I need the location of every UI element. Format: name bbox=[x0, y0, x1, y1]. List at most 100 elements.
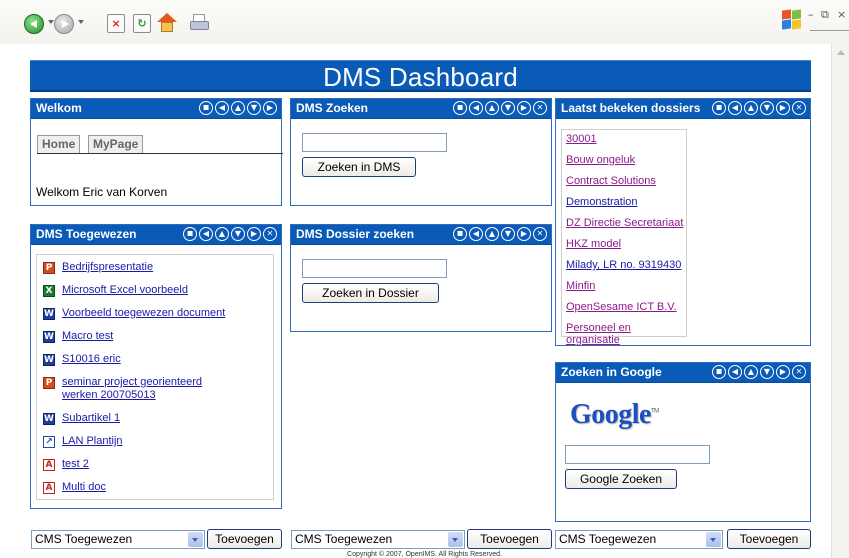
move-up-icon[interactable] bbox=[485, 101, 499, 115]
print-icon[interactable] bbox=[190, 14, 210, 33]
list-item[interactable]: Minfin bbox=[566, 280, 595, 292]
document-link[interactable]: test 2 bbox=[62, 458, 89, 470]
search-dms-button[interactable]: Zoeken in DMS bbox=[302, 157, 416, 177]
document-link[interactable]: S10016 eric bbox=[62, 353, 121, 365]
list-item[interactable]: P Bedrijfspresentatie bbox=[43, 261, 153, 274]
list-item[interactable]: Bouw ongeluk bbox=[566, 154, 635, 166]
move-down-icon[interactable] bbox=[760, 365, 774, 379]
list-item[interactable]: Demonstration bbox=[566, 196, 638, 208]
tab-mypage[interactable]: MyPage bbox=[88, 135, 144, 153]
list-item[interactable]: A test 2 bbox=[43, 458, 89, 471]
chevron-down-icon[interactable] bbox=[448, 532, 463, 547]
list-item[interactable]: 30001 bbox=[566, 133, 597, 145]
word-icon: W bbox=[43, 413, 55, 425]
document-link[interactable]: Bedrijfspresentatie bbox=[62, 261, 153, 273]
google-search-input[interactable] bbox=[565, 445, 710, 464]
portlet-controls bbox=[199, 101, 277, 115]
edit-icon[interactable] bbox=[453, 101, 467, 115]
move-left-icon[interactable] bbox=[469, 101, 483, 115]
copyright-text: Copyright © 2007, OpenIMS. All Rights Re… bbox=[347, 551, 502, 558]
search-dossier-button[interactable]: Zoeken in Dossier bbox=[302, 283, 439, 303]
google-search-button[interactable]: Google Zoeken bbox=[565, 469, 677, 489]
add-button[interactable]: Toevoegen bbox=[207, 529, 282, 549]
list-item[interactable]: A Multi doc bbox=[43, 481, 106, 494]
close-portlet-icon[interactable] bbox=[792, 101, 806, 115]
list-item[interactable]: P seminar project georienteerd werken 20… bbox=[43, 376, 233, 402]
forward-icon[interactable] bbox=[54, 14, 74, 34]
restore-icon[interactable]: ⧉ bbox=[821, 8, 829, 22]
move-up-icon[interactable] bbox=[744, 101, 758, 115]
chevron-down-icon[interactable] bbox=[706, 532, 721, 547]
edit-icon[interactable] bbox=[183, 227, 197, 241]
move-left-icon[interactable] bbox=[469, 227, 483, 241]
forward-dropdown-icon[interactable] bbox=[78, 20, 84, 24]
move-down-icon[interactable] bbox=[231, 227, 245, 241]
list-item[interactable]: HKZ model bbox=[566, 238, 621, 250]
move-left-icon[interactable] bbox=[199, 227, 213, 241]
move-right-icon[interactable] bbox=[517, 101, 531, 115]
list-item[interactable]: W S10016 eric bbox=[43, 353, 121, 366]
move-right-icon[interactable] bbox=[263, 101, 277, 115]
edit-icon[interactable] bbox=[712, 101, 726, 115]
list-item[interactable]: DZ Directie Secretariaat bbox=[566, 217, 683, 229]
list-item[interactable]: OpenSesame ICT B.V. bbox=[566, 301, 677, 313]
list-item[interactable]: Personeel en organisatie bbox=[566, 322, 686, 346]
move-down-icon[interactable] bbox=[760, 101, 774, 115]
close-portlet-icon[interactable] bbox=[533, 227, 547, 241]
move-right-icon[interactable] bbox=[776, 101, 790, 115]
portlet-type-select[interactable]: CMS Toegewezen bbox=[291, 530, 465, 549]
close-portlet-icon[interactable] bbox=[263, 227, 277, 241]
portlet-type-select[interactable]: CMS Toegewezen bbox=[555, 530, 723, 549]
document-link[interactable]: LAN Plantijn bbox=[62, 435, 123, 447]
move-down-icon[interactable] bbox=[501, 101, 515, 115]
tab-home[interactable]: Home bbox=[37, 135, 81, 153]
move-right-icon[interactable] bbox=[776, 365, 790, 379]
move-left-icon[interactable] bbox=[728, 101, 742, 115]
edit-icon[interactable] bbox=[453, 227, 467, 241]
close-icon[interactable]: × bbox=[837, 8, 846, 21]
chevron-down-icon[interactable] bbox=[188, 532, 203, 547]
close-portlet-icon[interactable] bbox=[533, 101, 547, 115]
portlet-controls bbox=[712, 365, 806, 379]
list-item[interactable]: X Microsoft Excel voorbeeld bbox=[43, 284, 188, 297]
edit-icon[interactable] bbox=[199, 101, 213, 115]
document-link[interactable]: Multi doc bbox=[62, 481, 106, 493]
list-item[interactable]: W Voorbeeld toegewezen document bbox=[43, 307, 225, 320]
move-left-icon[interactable] bbox=[215, 101, 229, 115]
minimize-icon[interactable]: – bbox=[808, 8, 814, 21]
document-link[interactable]: Microsoft Excel voorbeeld bbox=[62, 284, 188, 296]
vertical-scrollbar[interactable] bbox=[831, 44, 849, 558]
scroll-up-icon[interactable] bbox=[835, 47, 847, 59]
list-item[interactable]: ↗ LAN Plantijn bbox=[43, 435, 123, 448]
portlet-type-select[interactable]: CMS Toegewezen bbox=[31, 530, 205, 549]
move-right-icon[interactable] bbox=[517, 227, 531, 241]
dossier-list: 30001 Bouw ongeluk Contract Solutions De… bbox=[561, 129, 687, 346]
move-down-icon[interactable] bbox=[501, 227, 515, 241]
close-portlet-icon[interactable] bbox=[792, 365, 806, 379]
document-link[interactable]: Voorbeeld toegewezen document bbox=[62, 307, 225, 319]
list-item[interactable]: W Subartikel 1 bbox=[43, 412, 120, 425]
list-item[interactable]: W Macro test bbox=[43, 330, 113, 343]
move-up-icon[interactable] bbox=[231, 101, 245, 115]
add-button[interactable]: Toevoegen bbox=[467, 529, 552, 549]
move-up-icon[interactable] bbox=[744, 365, 758, 379]
back-icon[interactable] bbox=[24, 14, 44, 34]
move-up-icon[interactable] bbox=[215, 227, 229, 241]
list-item[interactable]: Milady, LR no. 9319430 bbox=[566, 259, 681, 271]
move-down-icon[interactable] bbox=[247, 101, 261, 115]
list-item[interactable]: Contract Solutions bbox=[566, 175, 656, 187]
document-link[interactable]: seminar project georienteerd werken 2007… bbox=[62, 376, 233, 402]
document-link[interactable]: Macro test bbox=[62, 330, 113, 342]
stop-icon[interactable]: × bbox=[107, 14, 125, 33]
move-left-icon[interactable] bbox=[728, 365, 742, 379]
dms-search-input[interactable] bbox=[302, 133, 447, 152]
edit-icon[interactable] bbox=[712, 365, 726, 379]
portlet-laatst-bekeken: Laatst bekeken dossiers 30001 Bouw ongel… bbox=[555, 98, 811, 346]
dossier-search-input[interactable] bbox=[302, 259, 447, 278]
add-button[interactable]: Toevoegen bbox=[727, 529, 811, 549]
refresh-icon[interactable]: ↻ bbox=[133, 14, 151, 33]
home-icon[interactable] bbox=[157, 13, 177, 33]
move-right-icon[interactable] bbox=[247, 227, 261, 241]
document-link[interactable]: Subartikel 1 bbox=[62, 412, 120, 424]
move-up-icon[interactable] bbox=[485, 227, 499, 241]
